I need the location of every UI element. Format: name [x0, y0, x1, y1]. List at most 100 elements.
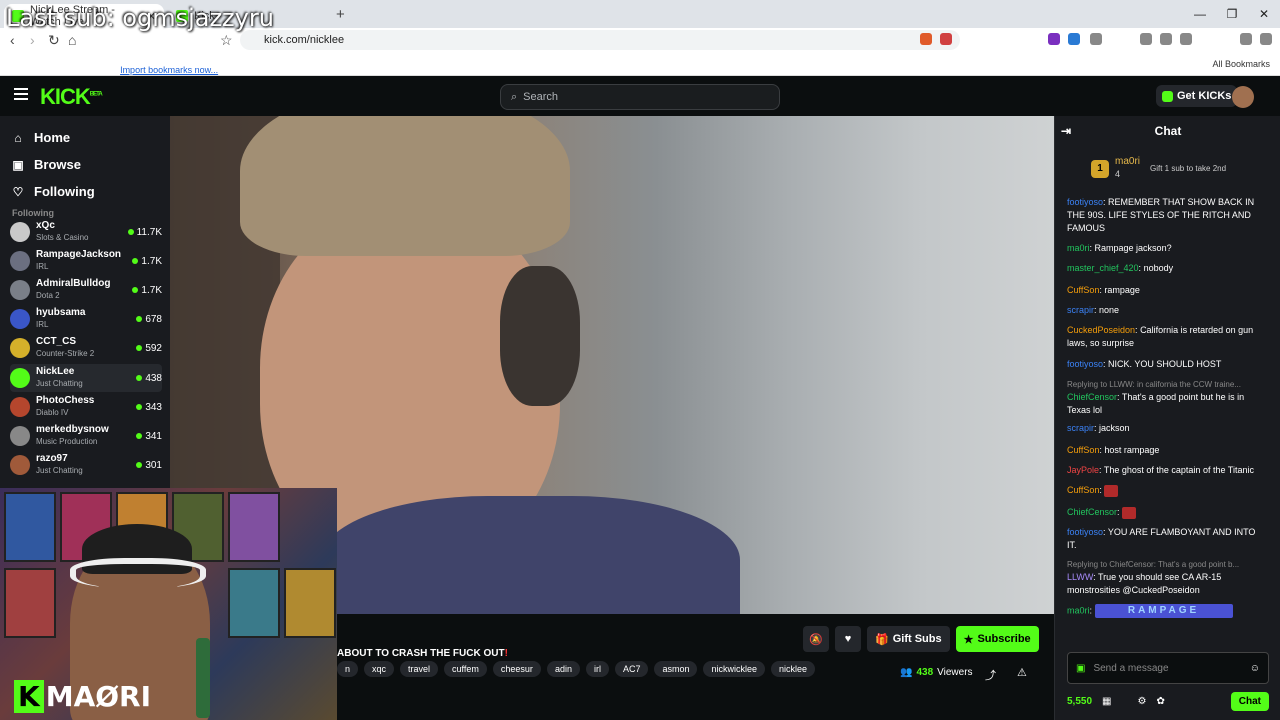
chat-message[interactable]: Replying to LLWW: in california the CCW … — [1067, 378, 1267, 417]
extension-icon[interactable] — [1068, 33, 1080, 45]
stream-tag[interactable]: cuffem — [444, 661, 487, 677]
get-kicks-button[interactable]: Get KICKs — [1156, 85, 1238, 107]
chat-username[interactable]: ma0ri — [1067, 605, 1090, 615]
sidebar-item-home[interactable]: ⌂ Home — [12, 130, 70, 145]
search-input[interactable]: ⌕ Search — [500, 84, 780, 110]
chat-input[interactable]: ▣ Send a message ☺ — [1067, 652, 1269, 684]
chat-message[interactable]: CuffSon: rampage — [1067, 284, 1267, 297]
forward-icon[interactable]: › — [30, 32, 35, 48]
stream-tag[interactable]: nicklee — [771, 661, 816, 677]
collapse-chat-icon[interactable]: ⇥ — [1061, 124, 1071, 138]
sidebar-channel-merkedbysnow[interactable]: merkedbysnow Music Production 341 — [10, 422, 162, 450]
address-bar[interactable]: kick.com/nicklee — [240, 30, 960, 50]
chat-text: jackson — [1099, 423, 1130, 433]
brave-rewards-icon[interactable] — [940, 33, 952, 45]
chat-message[interactable]: footiyoso: YOU ARE FLAMBOYANT AND INTO I… — [1067, 526, 1267, 552]
gift-leaderboard[interactable]: 1 ma0ri 4 Gift 1 sub to take 2nd — [1091, 156, 1226, 181]
chat-username[interactable]: footiyoso — [1067, 359, 1103, 369]
chat-message[interactable]: scrapir: none — [1067, 304, 1267, 317]
sidebar-channel-xqc[interactable]: xQc Slots & Casino 11.7K — [10, 218, 162, 246]
home-browser-icon[interactable]: ⌂ — [68, 32, 76, 48]
bookmark-icon[interactable]: ☆ — [220, 32, 233, 49]
chat-message[interactable]: ma0ri: Rampage jackson? — [1067, 242, 1267, 255]
new-tab-icon[interactable]: + — [336, 6, 345, 23]
stream-tag[interactable]: nickwicklee — [703, 661, 765, 677]
report-icon[interactable]: ⚠ — [1017, 666, 1027, 679]
chat-username[interactable]: ma0ri — [1067, 243, 1090, 253]
chat-username[interactable]: CuckedPoseidon — [1067, 325, 1135, 335]
media-icon[interactable] — [1160, 33, 1172, 45]
shield-icon[interactable] — [1240, 33, 1252, 45]
chat-username[interactable]: CuffSon — [1067, 445, 1099, 455]
stream-tag[interactable]: cheesur — [492, 661, 541, 677]
store-icon[interactable]: ▦ — [1102, 696, 1111, 707]
user-avatar[interactable] — [1232, 86, 1254, 108]
sidebar-channel-photochess[interactable]: PhotoChess Diablo IV 343 — [10, 393, 162, 421]
stream-tag[interactable]: asmon — [654, 661, 698, 677]
chat-message[interactable]: ChiefCensor: — [1067, 506, 1267, 519]
chat-message[interactable]: master_chief_420: nobody — [1067, 262, 1267, 275]
puzzle-icon[interactable] — [1090, 33, 1102, 45]
stream-tag[interactable]: n — [337, 661, 359, 677]
sidebar-channel-nicklee[interactable]: NickLee Just Chatting 438 — [10, 364, 162, 392]
stream-tag[interactable]: adin — [546, 661, 580, 677]
chat-username[interactable]: scrapir — [1067, 423, 1094, 433]
chat-emote-icon[interactable]: ▣ — [1076, 663, 1085, 674]
mute-notifications-icon[interactable]: 🔕 — [803, 626, 829, 652]
settings-icon[interactable]: ⚙ — [1137, 696, 1146, 707]
close-window-icon[interactable]: ✕ — [1248, 0, 1280, 28]
chat-username[interactable]: ChiefCensor — [1067, 392, 1117, 402]
chat-message[interactable]: CuckedPoseidon: California is retarded o… — [1067, 324, 1267, 350]
chat-username[interactable]: CuffSon — [1067, 285, 1099, 295]
sidebar-channel-rampagejackson[interactable]: RampageJackson IRL 1.7K — [10, 247, 162, 275]
extension-icon[interactable] — [1048, 33, 1060, 45]
chat-message[interactable]: CuffSon: — [1067, 484, 1267, 497]
share-icon[interactable]: ⤴ — [985, 667, 996, 683]
chat-username[interactable]: master_chief_420 — [1067, 263, 1139, 273]
emoji-icon[interactable]: ☺ — [1250, 663, 1260, 674]
chat-message[interactable]: CuffSon: host rampage — [1067, 444, 1267, 457]
gift-subs-button[interactable]: 🎁 Gift Subs — [867, 626, 950, 652]
stream-tag[interactable]: irl — [585, 661, 609, 677]
chat-message[interactable]: scrapir: jackson — [1067, 422, 1267, 435]
brave-shield-icon[interactable] — [920, 33, 932, 45]
chat-message[interactable]: ma0ri: RAMPAGE — [1067, 604, 1267, 618]
chat-username[interactable]: JayPole — [1067, 465, 1099, 475]
chat-username[interactable]: scrapir — [1067, 305, 1094, 315]
chat-message[interactable]: footiyoso: REMEMBER THAT SHOW BACK IN TH… — [1067, 196, 1267, 235]
sidebar-channel-admiralbulldog[interactable]: AdmiralBulldog Dota 2 1.7K — [10, 276, 162, 304]
stream-tag[interactable]: travel — [400, 661, 439, 677]
sidebar-item-browse[interactable]: ▣ Browse — [12, 157, 81, 172]
reload-icon[interactable]: ↻ — [48, 32, 60, 49]
all-bookmarks[interactable]: All Bookmarks — [1212, 59, 1270, 69]
download-icon[interactable] — [1140, 33, 1152, 45]
stream-tag[interactable]: xqc — [364, 661, 395, 677]
sidebar-channel-razo97[interactable]: razo97 Just Chatting 301 — [10, 451, 162, 479]
sidebar-toggle-icon[interactable] — [1180, 33, 1192, 45]
stream-tag[interactable]: AC7 — [614, 661, 649, 677]
subscribe-button[interactable]: ★ Subscribe — [955, 626, 1039, 652]
rewards-icon[interactable]: ✿ — [1156, 696, 1164, 707]
kicks-balance[interactable]: 5,550 — [1067, 696, 1092, 707]
hamburger-menu-icon[interactable] — [14, 88, 28, 90]
chat-message[interactable]: JayPole: The ghost of the captain of the… — [1067, 464, 1267, 477]
follow-heart-icon[interactable]: ♥ — [835, 626, 861, 652]
chat-message[interactable]: footiyoso: NICK. YOU SHOULD HOST — [1067, 358, 1267, 371]
chat-username[interactable]: ChiefCensor — [1067, 507, 1117, 517]
sidebar-item-following[interactable]: ♡ Following — [12, 184, 95, 199]
sidebar-channel-cct_cs[interactable]: CCT_CS Counter-Strike 2 592 — [10, 334, 162, 362]
menu-icon[interactable] — [1260, 33, 1272, 45]
chat-username[interactable]: footiyoso — [1067, 197, 1103, 207]
chat-message[interactable]: Replying to ChiefCensor: That's a good p… — [1067, 558, 1267, 597]
restore-icon[interactable]: ❐ — [1216, 0, 1248, 28]
chat-username[interactable]: footiyoso — [1067, 527, 1103, 537]
send-chat-button[interactable]: Chat — [1230, 691, 1269, 711]
kick-logo[interactable]: KICKBETA — [40, 84, 103, 110]
import-bookmarks-link[interactable]: Import bookmarks now... — [120, 65, 218, 75]
chat-username[interactable]: CuffSon — [1067, 485, 1099, 495]
chat-username[interactable]: LLWW — [1067, 572, 1093, 582]
sidebar-channel-hyubsama[interactable]: hyubsama IRL 678 — [10, 305, 162, 333]
viewer-count: 👥 438 Viewers — [900, 667, 973, 678]
back-icon[interactable]: ‹ — [10, 32, 15, 48]
minimize-icon[interactable]: — — [1184, 0, 1216, 28]
